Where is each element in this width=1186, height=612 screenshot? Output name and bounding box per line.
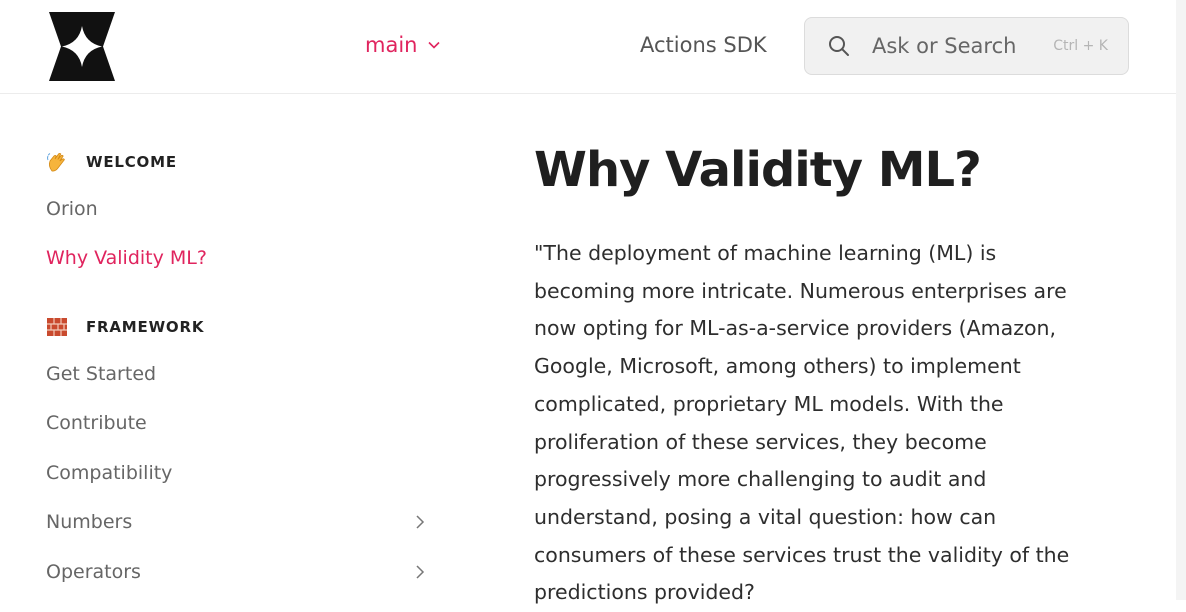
sidebar-item-label: Numbers (46, 511, 133, 534)
chevron-down-icon (428, 41, 441, 49)
sidebar-item-label: Compatibility (46, 461, 173, 484)
scrollbar[interactable] (1176, 0, 1186, 600)
sidebar: WELCOME Orion Why Validity ML? FRAMEWORK… (46, 140, 436, 597)
sidebar-item-label: Why Validity ML? (46, 247, 207, 270)
brick-icon (47, 318, 67, 336)
chevron-right-icon[interactable] (414, 564, 426, 580)
chevron-right-icon[interactable] (414, 514, 426, 530)
body-paragraph: "The deployment of machine learning (ML)… (534, 241, 1070, 605)
nav-link-actions-sdk[interactable]: Actions SDK (640, 33, 767, 57)
waving-hand-icon (47, 153, 65, 172)
logo-icon[interactable] (47, 12, 117, 81)
section-title: WELCOME (86, 153, 177, 171)
sidebar-item-label: Orion (46, 197, 98, 220)
sidebar-item-label: Get Started (46, 362, 157, 385)
sidebar-item-label: Contribute (46, 412, 147, 435)
search-shortcut: Ctrl + K (1053, 38, 1108, 54)
version-label: main (365, 33, 418, 57)
sidebar-item-numbers[interactable]: Numbers (46, 498, 436, 548)
search-box[interactable]: Ask or Search Ctrl + K (804, 17, 1129, 75)
section-welcome: WELCOME (46, 140, 436, 184)
version-selector[interactable]: main (365, 33, 441, 57)
page-title: Why Validity ML? (534, 142, 982, 198)
main-content: Why Validity ML? "The deployment of mach… (534, 140, 1074, 612)
search-icon (829, 36, 849, 56)
sidebar-item-get-started[interactable]: Get Started (46, 349, 436, 399)
section-framework: FRAMEWORK (46, 305, 436, 349)
search-placeholder: Ask or Search (872, 34, 1017, 58)
sidebar-item-label: Operators (46, 560, 141, 583)
sidebar-item-why-validity-ml[interactable]: Why Validity ML? (46, 234, 436, 284)
sidebar-item-orion[interactable]: Orion (46, 184, 436, 234)
sidebar-item-operators[interactable]: Operators (46, 547, 436, 597)
sidebar-item-compatibility[interactable]: Compatibility (46, 448, 436, 498)
top-header: main Actions SDK Ask or Search Ctrl + K (0, 0, 1176, 94)
section-title: FRAMEWORK (86, 318, 205, 336)
sidebar-item-contribute[interactable]: Contribute (46, 399, 436, 449)
